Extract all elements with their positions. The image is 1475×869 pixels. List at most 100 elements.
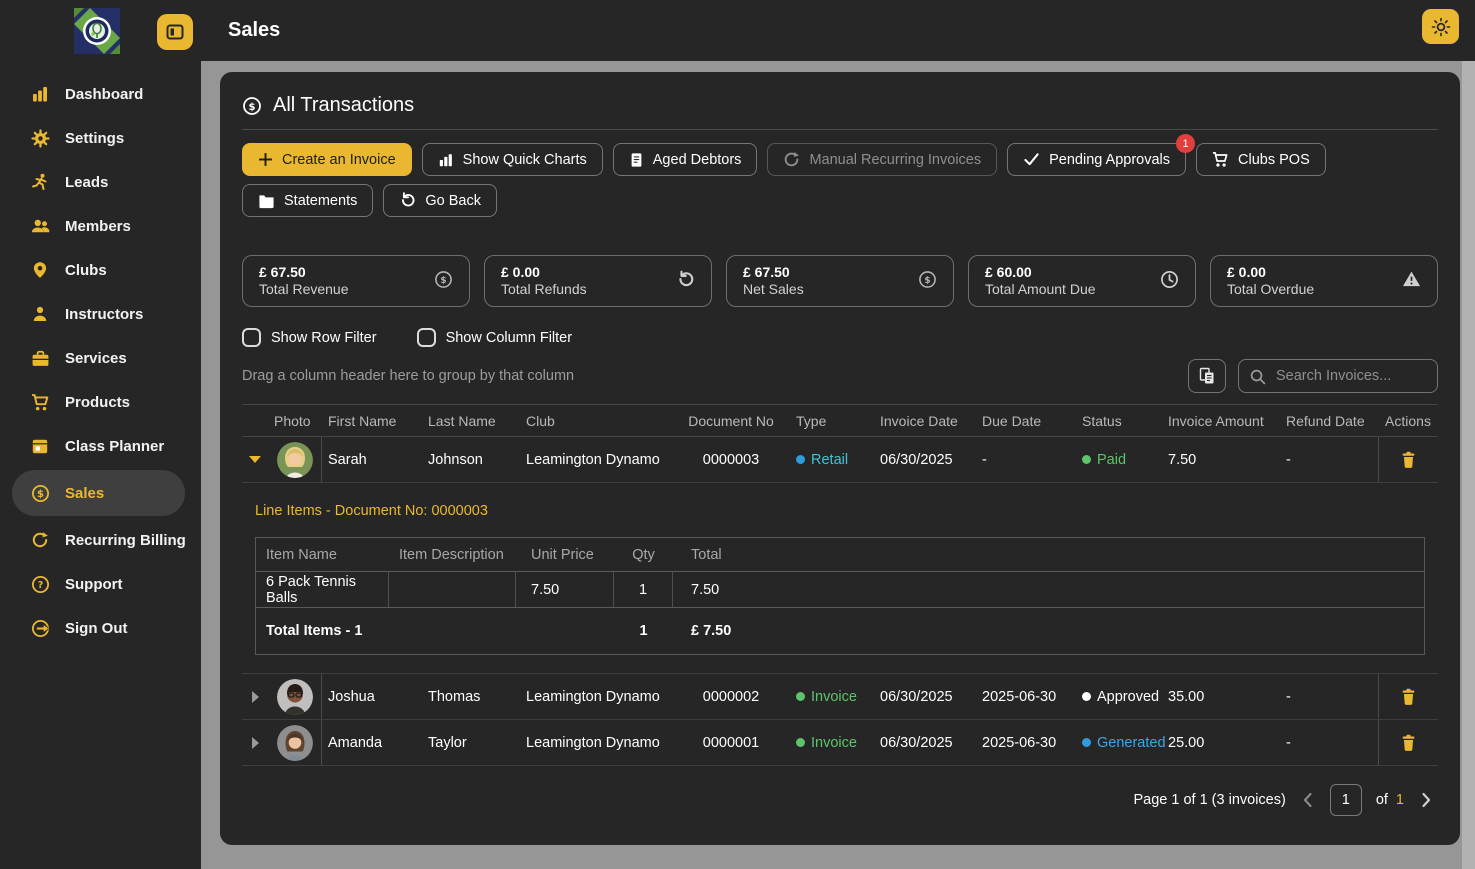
type-cell: Invoice [790, 735, 874, 751]
table-row[interactable]: Sarah Johnson Leamington Dynamo 0000003 … [242, 437, 1438, 483]
delete-invoice-button[interactable] [1396, 730, 1421, 756]
type-dot [796, 692, 805, 701]
gear-icon [30, 128, 50, 148]
type-dot [796, 738, 805, 747]
expand-row-icon[interactable] [252, 691, 259, 703]
export-button[interactable] [1188, 359, 1226, 393]
plus-icon [258, 152, 273, 167]
line-items-title: Line Items - Document No: 0000003 [255, 503, 1425, 519]
sidebar-item-class-planner[interactable]: Class Planner [0, 424, 201, 468]
column-header-status[interactable]: Status [1076, 413, 1162, 429]
folder-icon [258, 193, 275, 209]
sidebar-item-label: Settings [65, 130, 124, 147]
svg-text:$: $ [249, 101, 256, 112]
column-header-type[interactable]: Type [790, 413, 874, 429]
sidebar-item-products[interactable]: Products [0, 380, 201, 424]
sidebar-item-members[interactable]: Members [0, 204, 201, 248]
delete-invoice-button[interactable] [1396, 447, 1421, 473]
sidebar-item-label: Dashboard [65, 86, 143, 103]
search-icon [1249, 368, 1266, 385]
collapse-row-icon[interactable] [249, 456, 261, 463]
sidebar-item-recurring-billing[interactable]: Recurring Billing [0, 518, 201, 562]
sidebar-item-label: Class Planner [65, 438, 164, 455]
scrollbar[interactable] [1462, 61, 1475, 869]
line-items-table: Item Name Item Description Unit Price Qt… [255, 537, 1425, 655]
trash-icon [1400, 688, 1417, 706]
chevron-right-icon [1418, 791, 1434, 809]
sidebar-item-clubs[interactable]: Clubs [0, 248, 201, 292]
show-quick-charts-button[interactable]: Show Quick Charts [422, 143, 603, 176]
column-header-club[interactable]: Club [520, 413, 672, 429]
type-dot [796, 455, 805, 464]
total-pages: 1 [1396, 792, 1404, 808]
table-row[interactable]: Amanda Taylor Leamington Dynamo 0000001 … [242, 720, 1438, 766]
pending-approvals-button[interactable]: Pending Approvals [1007, 143, 1186, 176]
cart-icon [30, 392, 50, 412]
column-header-photo[interactable]: Photo [268, 413, 322, 429]
delete-invoice-button[interactable] [1396, 684, 1421, 710]
show-column-filter-checkbox[interactable]: Show Column Filter [417, 328, 573, 347]
sign-out-icon [30, 618, 50, 638]
sidebar-item-instructors[interactable]: Instructors [0, 292, 201, 336]
sidebar-item-label: Services [65, 350, 127, 367]
sidebar-item-dashboard[interactable]: Dashboard [0, 72, 201, 116]
sidebar-item-sales[interactable]: $ Sales [12, 470, 185, 516]
stat-total-refunds: £ 0.00Total Refunds [484, 255, 712, 307]
svg-text:?: ? [37, 579, 43, 590]
stat-total-revenue: £ 67.50Total Revenue $ [242, 255, 470, 307]
sidebar-item-label: Clubs [65, 262, 107, 279]
clubs-pos-button[interactable]: Clubs POS [1196, 143, 1326, 176]
svg-text:$: $ [37, 489, 44, 500]
club-logo [74, 8, 120, 54]
column-header-refund-date[interactable]: Refund Date [1280, 413, 1378, 429]
theme-toggle-button[interactable] [1422, 9, 1459, 44]
sidebar-item-leads[interactable]: Leads [0, 160, 201, 204]
sidebar-item-settings[interactable]: Settings [0, 116, 201, 160]
manual-recurring-invoices-button[interactable]: Manual Recurring Invoices [767, 143, 997, 176]
type-cell: Invoice [790, 689, 874, 705]
search-input[interactable] [1274, 367, 1424, 385]
coin-icon: $ [242, 96, 262, 116]
stat-total-overdue: £ 0.00Total Overdue [1210, 255, 1438, 307]
check-icon [1023, 152, 1040, 167]
current-page-box[interactable]: 1 [1330, 784, 1362, 816]
expand-row-icon[interactable] [252, 737, 259, 749]
sidebar-item-services[interactable]: Services [0, 336, 201, 380]
cart-icon [1212, 151, 1229, 168]
line-items-header-row: Item Name Item Description Unit Price Qt… [256, 538, 1424, 572]
column-header-due-date[interactable]: Due Date [976, 413, 1076, 429]
next-page-button[interactable] [1418, 791, 1434, 809]
column-header-invoice-amount[interactable]: Invoice Amount [1162, 413, 1280, 429]
column-header-first-name[interactable]: First Name [322, 413, 422, 429]
sidebar-item-label: Sign Out [65, 620, 128, 637]
top-bar: Sales [0, 0, 1475, 61]
person-icon [30, 304, 50, 324]
statements-button[interactable]: Statements [242, 184, 373, 217]
photo-cell [268, 674, 322, 719]
status-cell: Paid [1076, 452, 1162, 468]
grid-header-row: Photo First Name Last Name Club Document… [242, 404, 1438, 437]
toolbar: Create an Invoice Show Quick Charts Aged… [242, 143, 1438, 217]
bar-chart-icon [30, 84, 50, 104]
sidebar-item-label: Support [65, 576, 123, 593]
aged-debtors-button[interactable]: Aged Debtors [613, 143, 758, 176]
column-header-document-no[interactable]: Document No [672, 413, 790, 429]
table-row[interactable]: Joshua Thomas Leamington Dynamo 0000002 … [242, 674, 1438, 720]
sidebar-toggle-button[interactable] [157, 14, 193, 50]
people-icon [30, 216, 50, 236]
help-circle-icon: ? [30, 574, 50, 594]
show-row-filter-checkbox[interactable]: Show Row Filter [242, 328, 377, 347]
photo-cell [268, 720, 322, 765]
create-invoice-button[interactable]: Create an Invoice [242, 143, 412, 176]
go-back-button[interactable]: Go Back [383, 184, 497, 217]
sidebar-item-support[interactable]: ? Support [0, 562, 201, 606]
all-transactions-panel: $ All Transactions Create an Invoice Sho… [220, 72, 1460, 845]
column-header-last-name[interactable]: Last Name [422, 413, 520, 429]
runner-icon [30, 172, 50, 192]
photo-cell [268, 437, 322, 482]
sidebar-item-sign-out[interactable]: Sign Out [0, 606, 201, 650]
column-header-invoice-date[interactable]: Invoice Date [874, 413, 976, 429]
previous-page-button[interactable] [1300, 791, 1316, 809]
calendar-icon [30, 436, 50, 456]
avatar [277, 725, 313, 761]
